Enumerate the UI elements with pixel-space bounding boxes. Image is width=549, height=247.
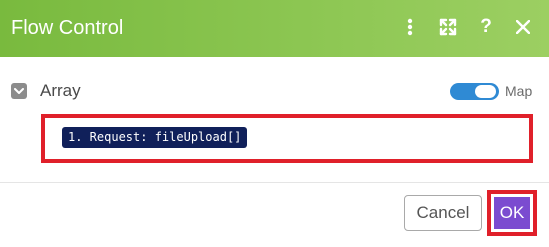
- flow-control-dialog: Flow Control ? Array Map 1. Request: fil…: [0, 0, 549, 247]
- help-icon[interactable]: ?: [474, 15, 498, 39]
- dialog-title: Flow Control: [11, 17, 124, 39]
- collapse-chevron-icon[interactable]: [11, 83, 27, 99]
- map-toggle-knob: [475, 85, 496, 98]
- map-toggle-label: Map: [505, 83, 533, 99]
- expand-icon[interactable]: [436, 15, 460, 39]
- footer-divider: [0, 182, 549, 183]
- map-toggle[interactable]: [450, 83, 499, 100]
- ok-button[interactable]: OK: [494, 197, 530, 229]
- array-field-row: Array Map: [0, 78, 549, 104]
- ok-button-highlight: OK: [487, 190, 537, 236]
- array-field-label: Array: [40, 81, 81, 100]
- dialog-header: Flow Control ?: [0, 0, 549, 57]
- cancel-button[interactable]: Cancel: [404, 195, 482, 231]
- help-glyph: ?: [480, 16, 492, 37]
- close-icon[interactable]: [511, 15, 535, 39]
- mapped-value-pill[interactable]: 1. Request: fileUpload[]: [62, 127, 248, 148]
- more-vertical-icon[interactable]: [398, 15, 422, 39]
- array-value-input[interactable]: 1. Request: fileUpload[]: [41, 114, 533, 163]
